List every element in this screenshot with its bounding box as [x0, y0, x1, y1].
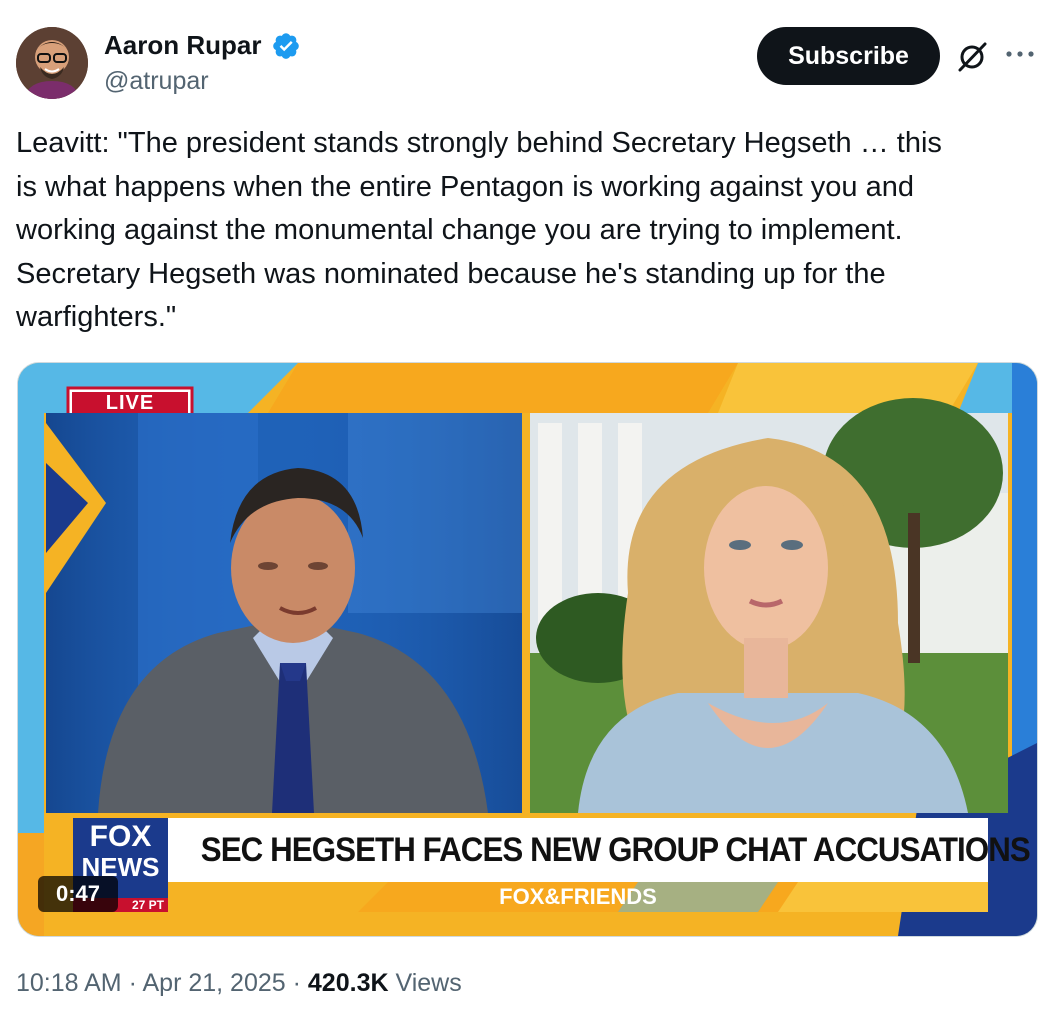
meta-separator: · [128, 969, 137, 997]
network-logo-top: FOX [89, 820, 152, 853]
subscribe-button[interactable]: Subscribe [757, 27, 940, 85]
meta-separator: · [292, 969, 301, 997]
tweet-time[interactable]: 10:18 AM [16, 969, 122, 997]
tweet-meta: 10:18 AM · Apr 21, 2025 · 420.3K Views [16, 969, 462, 998]
views-count[interactable]: 420.3K [308, 969, 389, 997]
tweet-date[interactable]: Apr 21, 2025 [143, 969, 286, 997]
tweet-text: Leavitt: "The president stands strongly … [16, 127, 942, 333]
avatar[interactable] [16, 27, 88, 99]
author-handle[interactable]: @atrupar [104, 67, 209, 96]
show-name: FOX&FRIENDS [499, 884, 657, 909]
video-player[interactable]: LIVE SEC HEGSETH FACES NEW GROUP CHAT AC… [17, 362, 1038, 937]
video-duration: 0:47 [38, 876, 118, 912]
more-icon[interactable] [1003, 44, 1037, 64]
author-name[interactable]: Aaron Rupar [104, 30, 261, 61]
live-label: LIVE [105, 392, 155, 414]
verified-badge-icon [273, 33, 299, 59]
chyron-text: SEC HEGSETH FACES NEW GROUP CHAT ACCUSAT… [200, 831, 1031, 869]
grok-icon[interactable] [955, 40, 989, 74]
views-label: Views [395, 969, 462, 997]
